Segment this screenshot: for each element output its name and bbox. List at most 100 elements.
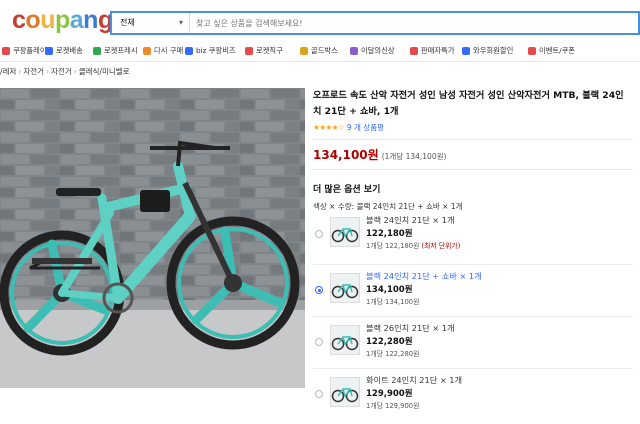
option-divider xyxy=(313,368,633,369)
search-input[interactable] xyxy=(196,13,616,33)
nav-item[interactable]: biz 쿠팡비즈 xyxy=(185,46,236,56)
logo-letter: u xyxy=(40,6,55,34)
search-category-select[interactable]: 전체 ▾ xyxy=(112,13,190,33)
option-radio[interactable] xyxy=(315,338,323,346)
nav-item[interactable]: 이달의신상 xyxy=(350,46,395,56)
option-radio[interactable] xyxy=(315,230,323,238)
nav-item-label: 쿠팡플레이 xyxy=(13,46,47,55)
nav-item-icon xyxy=(143,47,151,55)
price-block: 134,100원 (1개당 134,100원) xyxy=(313,146,633,163)
more-options-heading: 더 많은 옵션 보기 xyxy=(313,185,381,195)
option-row[interactable]: 화이트 24인치 21단 × 1개 129,900원 1개당 129,900원 xyxy=(313,372,633,424)
category-nav: 쿠팡플레이 로켓배송 로켓프레시 다시 구매 biz 쿠팡비즈 로켓직구 골드박스 이달의신상… xyxy=(0,43,640,62)
option-divider xyxy=(313,264,633,265)
bicycle-thumbnail-icon xyxy=(331,388,359,403)
nav-item[interactable]: 로켓직구 xyxy=(245,46,283,56)
nav-item-label: 로켓프레시 xyxy=(104,46,138,55)
option-thumbnail[interactable] xyxy=(330,273,360,303)
search-bar[interactable]: 전체 ▾ xyxy=(110,11,640,35)
breadcrumb-separator: › xyxy=(73,67,77,76)
option-price: 134,100원 xyxy=(366,285,413,295)
breadcrumb-item[interactable]: /레저 xyxy=(0,67,16,76)
breadcrumb-item[interactable]: 클래식/미니벨로 xyxy=(79,67,130,76)
product-rating[interactable]: ★★★★☆ 9 개 상품평 xyxy=(313,122,633,133)
option-name: 블랙 24인치 21단 × 1개 xyxy=(366,215,455,225)
nav-item-icon xyxy=(462,47,470,55)
logo-letter: c xyxy=(12,6,26,34)
nav-item[interactable]: 이벤트/쿠폰 xyxy=(528,46,575,56)
option-divider xyxy=(313,316,633,317)
breadcrumb-separator: › xyxy=(46,67,50,76)
option-thumbnail[interactable] xyxy=(330,377,360,407)
option-radio[interactable] xyxy=(315,286,323,294)
lowest-unit-price-badge: (최저 단위가) xyxy=(421,242,461,250)
option-unit-price: 1개당 122,280원 xyxy=(366,348,419,358)
option-name: 블랙 26인치 21단 × 1개 xyxy=(366,323,455,333)
product-info: 오프로드 속도 산악 자전거 성인 남성 자전거 성인 산악자전거 MTB, 블… xyxy=(313,88,633,212)
nav-item-label: biz 쿠팡비즈 xyxy=(196,46,236,55)
option-thumbnail[interactable] xyxy=(330,217,360,247)
star-rating-icon: ★★★★☆ xyxy=(313,123,345,132)
nav-item-icon xyxy=(2,47,10,55)
search-category-label: 전체 xyxy=(120,18,135,27)
nav-item-icon xyxy=(300,47,308,55)
logo-letter: o xyxy=(25,6,41,34)
nav-item-label: 다시 구매 xyxy=(154,46,184,55)
option-price: 122,280원 xyxy=(366,337,413,347)
nav-item-label: 이달의신상 xyxy=(361,46,395,55)
chevron-down-icon: ▾ xyxy=(178,18,183,27)
review-count-link[interactable]: 9 개 상품평 xyxy=(347,122,384,133)
option-row[interactable]: 블랙 24인치 21단 × 1개 122,180원 1개당 122,180원 (최저… xyxy=(313,212,633,264)
option-row[interactable]: 블랙 24인치 21단 + 쇼바 × 1개 134,100원 1개당 134,100… xyxy=(313,268,633,320)
nav-item-label: 로켓배송 xyxy=(56,46,83,55)
header: coupang 전체 ▾ xyxy=(0,0,640,40)
option-thumbnail[interactable] xyxy=(330,325,360,355)
selected-option-summary: 색상 × 수량: 블랙 24인치 21단 + 쇼바 × 1개 xyxy=(313,202,463,211)
nav-item[interactable]: 다시 구매 xyxy=(143,46,183,56)
product-title: 오프로드 속도 산악 자전거 성인 남성 자전거 성인 산악자전거 MTB, 블… xyxy=(313,90,624,117)
option-unit-price-value: 1개당 122,180원 xyxy=(366,242,420,250)
option-unit-price-value: 1개당 129,900원 xyxy=(366,402,420,410)
divider xyxy=(313,169,633,170)
nav-item-label: 판매자특가 xyxy=(421,46,455,55)
breadcrumb-item[interactable]: 자전거 xyxy=(23,67,44,76)
option-price: 129,900원 xyxy=(366,389,413,399)
nav-item-label: 이벤트/쿠폰 xyxy=(539,46,576,55)
nav-item-icon xyxy=(245,47,253,55)
nav-item-label: 로켓직구 xyxy=(256,46,283,55)
option-unit-price: 1개당 122,180원 (최저 단위가) xyxy=(366,240,460,250)
nav-item-icon xyxy=(410,47,418,55)
bicycle-thumbnail-icon xyxy=(331,336,359,351)
logo-letter: n xyxy=(83,6,98,34)
option-name: 블랙 24인치 21단 + 쇼바 × 1개 xyxy=(366,271,482,281)
option-unit-price: 1개당 134,100원 xyxy=(366,296,419,306)
bicycle-photo xyxy=(0,88,305,388)
nav-item-label: 골드박스 xyxy=(311,46,338,55)
option-name: 화이트 24인치 21단 × 1개 xyxy=(366,375,463,385)
nav-item[interactable]: 쿠팡플레이 xyxy=(2,46,47,56)
nav-item[interactable]: 판매자특가 xyxy=(410,46,455,56)
option-unit-price: 1개당 129,900원 xyxy=(366,400,419,410)
divider xyxy=(313,139,633,140)
logo-letter: p xyxy=(54,6,70,34)
breadcrumb-separator: › xyxy=(18,67,22,76)
nav-item[interactable]: 로켓배송 xyxy=(45,46,83,56)
unit-price: (1개당 134,100원) xyxy=(381,152,447,161)
coupang-logo[interactable]: coupang xyxy=(12,6,113,35)
nav-item-icon xyxy=(93,47,101,55)
nav-item-icon xyxy=(45,47,53,55)
option-row[interactable]: 블랙 26인치 21단 × 1개 122,280원 1개당 122,280원 xyxy=(313,320,633,372)
logo-letter: a xyxy=(69,6,84,34)
option-radio[interactable] xyxy=(315,390,323,398)
nav-item[interactable]: 골드박스 xyxy=(300,46,338,56)
option-unit-price-value: 1개당 134,100원 xyxy=(366,298,420,306)
nav-item[interactable]: 로켓프레시 xyxy=(93,46,138,56)
nav-item-label: 와우회원할인 xyxy=(473,46,514,55)
breadcrumb-item[interactable]: 자전거 xyxy=(51,67,72,76)
product-image[interactable] xyxy=(0,88,305,388)
bicycle-thumbnail-icon xyxy=(331,284,359,299)
option-unit-price-value: 1개당 122,280원 xyxy=(366,350,420,358)
sale-price: 134,100원 xyxy=(313,148,379,162)
nav-item-icon xyxy=(528,47,536,55)
nav-item[interactable]: 와우회원할인 xyxy=(462,46,513,56)
